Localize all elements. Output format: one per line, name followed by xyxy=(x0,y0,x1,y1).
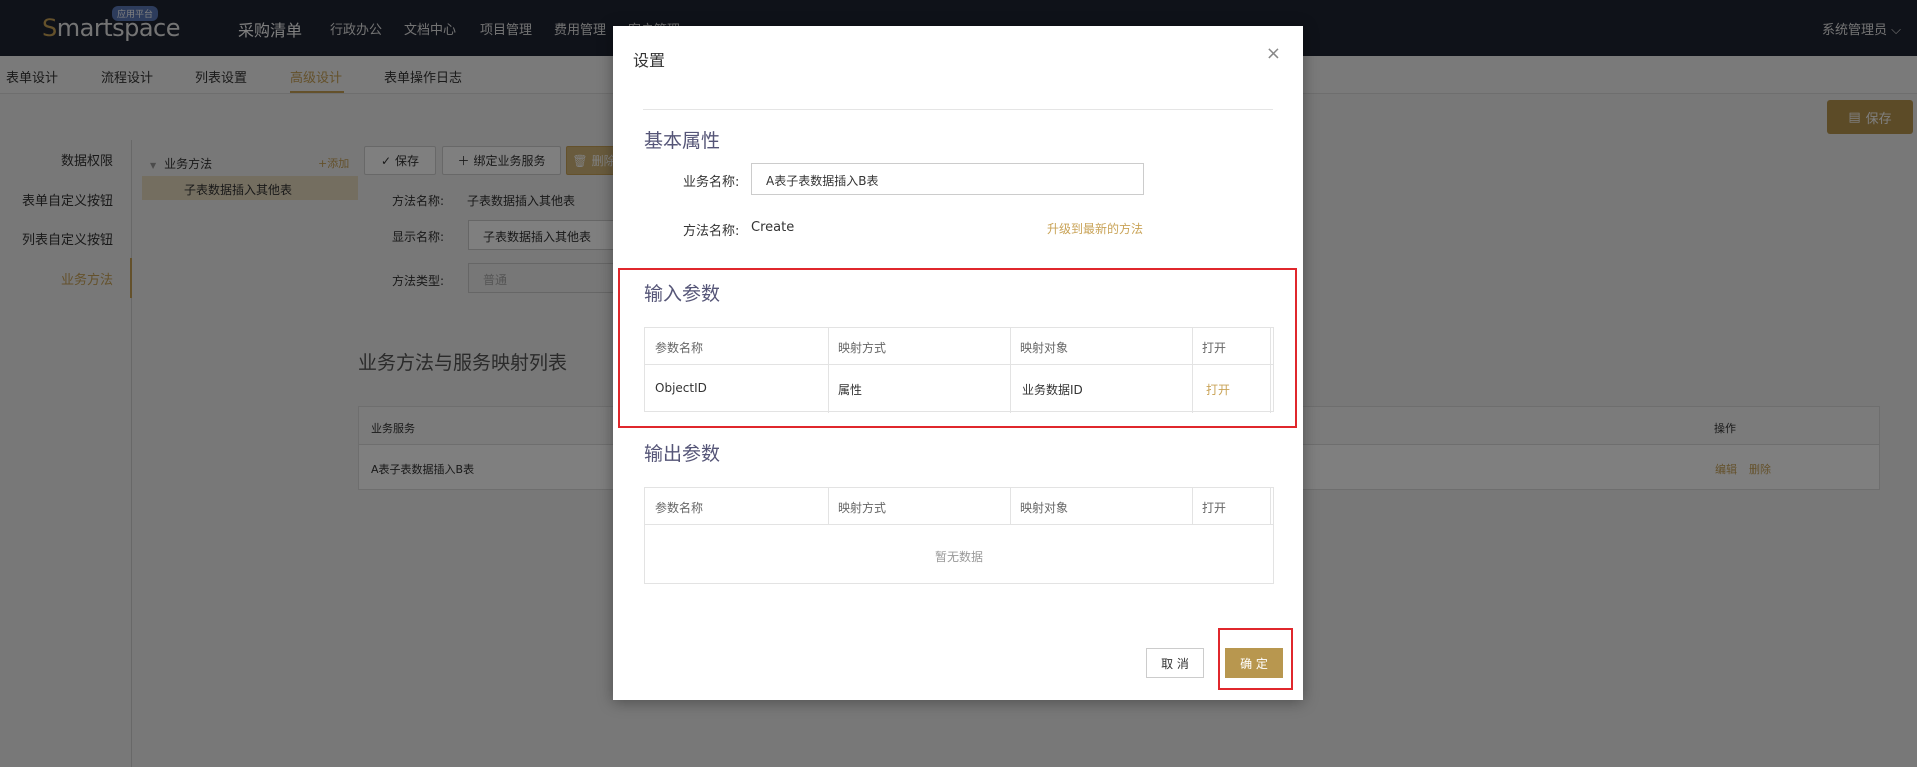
method-name-value: Create xyxy=(751,220,795,235)
upgrade-method-link[interactable]: 升级到最新的方法 xyxy=(1047,220,1143,237)
column-divider xyxy=(1010,488,1011,525)
dialog-title: 设置 xyxy=(633,51,666,70)
header-param-name: 参数名称 xyxy=(655,501,704,515)
cancel-button[interactable]: 取 消 xyxy=(1146,648,1204,678)
header-open: 打开 xyxy=(1202,501,1227,515)
column-divider xyxy=(1270,488,1271,525)
empty-state: 暂无数据 xyxy=(934,550,983,564)
header-map-mode: 映射方式 xyxy=(838,501,887,515)
close-icon[interactable]: × xyxy=(1266,43,1281,64)
header-map-target: 映射对象 xyxy=(1020,501,1069,515)
column-divider xyxy=(1192,488,1193,525)
biz-name-label: 业务名称: xyxy=(683,175,740,190)
output-params-title: 输出参数 xyxy=(644,443,721,465)
method-name-label: 方法名称: xyxy=(683,224,740,239)
highlight-confirm-button xyxy=(1218,628,1293,690)
output-params-header xyxy=(645,488,1273,525)
biz-name-input[interactable]: A表子表数据插入B表 xyxy=(751,163,1144,195)
basic-props-title: 基本属性 xyxy=(644,130,721,152)
highlight-input-params xyxy=(618,268,1297,428)
dialog-divider xyxy=(643,109,1273,110)
column-divider xyxy=(828,488,829,525)
output-params-table: 参数名称 映射方式 映射对象 打开 暂无数据 xyxy=(644,487,1274,584)
